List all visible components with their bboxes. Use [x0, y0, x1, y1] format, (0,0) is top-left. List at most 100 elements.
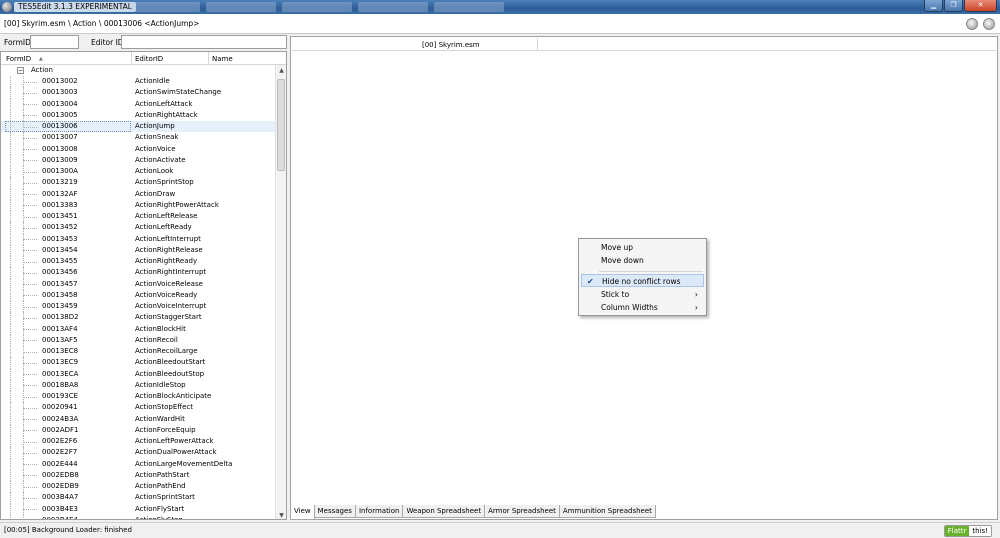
tree-row[interactable]: 0002EDB9 ActionPathEnd: [1, 481, 276, 493]
tree-row[interactable]: 0002ADF1 ActionForceEquip: [1, 424, 276, 436]
tree-row[interactable]: 0003B4E4 ActionFlyStop: [1, 514, 276, 520]
row-editorid: ActionVoiceReady: [135, 290, 198, 299]
scroll-up-icon[interactable]: ▲: [276, 65, 286, 76]
menu-hide-no-conflict-rows[interactable]: ✔ Hide no conflict rows: [581, 274, 704, 287]
tab-ammunition-spreadsheet[interactable]: Ammunition Spreadsheet: [558, 505, 656, 518]
tree-row[interactable]: 00013456 ActionRightInterrupt: [1, 267, 276, 279]
tree-row[interactable]: 00013009 ActionActivate: [1, 154, 276, 166]
ghost-tab: [206, 2, 276, 12]
tree-row[interactable]: 00013004 ActionLeftAttack: [1, 98, 276, 110]
tree-row[interactable]: 0001300A ActionLook: [1, 166, 276, 178]
tree-row[interactable]: 00018BA8 ActionIdleStop: [1, 379, 276, 391]
tree-row[interactable]: 00013002 ActionIdle: [1, 76, 276, 88]
flattr-button[interactable]: Flattr this!: [943, 525, 992, 537]
checkmark-icon: ✔: [587, 277, 594, 286]
submenu-arrow-icon: ›: [694, 303, 698, 312]
column-divider[interactable]: [208, 52, 209, 65]
tree-row[interactable]: 0002EDB8 ActionPathStart: [1, 469, 276, 481]
tree-guide-line: [23, 452, 37, 454]
tree-row[interactable]: 00013219 ActionSprintStop: [1, 177, 276, 189]
tree-row[interactable]: 00013008 ActionVoice: [1, 143, 276, 155]
plugin-column-header[interactable]: [00] Skyrim.esm: [422, 41, 480, 49]
tree-guide-line: [23, 160, 37, 162]
tree-row[interactable]: 00013ECA ActionBleedoutStop: [1, 368, 276, 380]
close-button[interactable]: ✕: [964, 0, 997, 12]
row-editorid: ActionLeftInterrupt: [135, 234, 201, 243]
editorid-filter-input[interactable]: [121, 35, 287, 49]
tree-row[interactable]: 00013451 ActionLeftRelease: [1, 211, 276, 223]
tree-row[interactable]: 00013EC9 ActionBleedoutStart: [1, 357, 276, 369]
tree-row[interactable]: 00013455 ActionRightReady: [1, 256, 276, 268]
row-editorid: ActionFlyStop: [135, 515, 183, 520]
menu-column-widths[interactable]: Column Widths ›: [581, 301, 704, 314]
window-title: TES5Edit 3.1.3 EXPERIMENTAL: [14, 2, 136, 12]
row-editorid: ActionVoiceRelease: [135, 279, 203, 288]
tree-guide-line: [10, 503, 11, 515]
column-formid[interactable]: FormID: [6, 55, 31, 63]
forward-icon[interactable]: ›: [983, 18, 995, 30]
record-tree: FormID ▲ EditorID Name − Action 00013002…: [0, 51, 287, 520]
tree-root-action[interactable]: − Action: [1, 65, 276, 76]
tree-row[interactable]: 000193CE ActionBlockAnticipate: [1, 391, 276, 403]
tree-row[interactable]: 0002E444 ActionLargeMovementDelta: [1, 458, 276, 470]
menu-stick-to[interactable]: Stick to ›: [581, 288, 704, 301]
tree-guide-line: [10, 514, 11, 519]
menu-move-up[interactable]: Move up: [581, 241, 704, 254]
tree-row[interactable]: 00013006 ActionJump: [1, 121, 276, 133]
tree-row[interactable]: 00013459 ActionVoiceInterrupt: [1, 301, 276, 313]
tree-row[interactable]: 00013AF5 ActionRecoil: [1, 334, 276, 346]
tree-row[interactable]: 00013383 ActionRightPowerAttack: [1, 199, 276, 211]
tree-guide-line: [10, 346, 11, 358]
tree-guide-line: [10, 267, 11, 279]
tree-row[interactable]: 00013007 ActionSneak: [1, 132, 276, 144]
tree-row[interactable]: 000138D2 ActionStaggerStart: [1, 312, 276, 324]
tree-row[interactable]: 00013EC8 ActionRecoilLarge: [1, 346, 276, 358]
scroll-thumb[interactable]: [277, 79, 285, 171]
tab-weapon-spreadsheet[interactable]: Weapon Spreadsheet: [402, 505, 486, 518]
tree-row[interactable]: 00020941 ActionStopEffect: [1, 402, 276, 414]
tree-row[interactable]: 000132AF ActionDraw: [1, 188, 276, 200]
tree-row[interactable]: 0002E2F6 ActionLeftPowerAttack: [1, 436, 276, 448]
scroll-down-icon[interactable]: ▼: [276, 510, 286, 519]
column-divider[interactable]: [131, 52, 132, 65]
tree-row[interactable]: 00013003 ActionSwimStateChange: [1, 87, 276, 99]
tree-guide-line: [10, 481, 11, 493]
tree-row[interactable]: 00013AF4 ActionBlockHit: [1, 323, 276, 335]
minimize-button[interactable]: ▁: [924, 0, 943, 12]
row-editorid: ActionLook: [135, 167, 174, 175]
tree-row[interactable]: 00013457 ActionVoiceRelease: [1, 278, 276, 290]
tree-row[interactable]: 00013452 ActionLeftReady: [1, 222, 276, 234]
tree-row[interactable]: 00013454 ActionRightRelease: [1, 244, 276, 256]
tree-guide-line: [23, 407, 37, 409]
tree-scrollbar[interactable]: ▲ ▼: [275, 65, 286, 519]
tree-guide-line: [23, 272, 37, 274]
tree-guide-line: [10, 469, 11, 481]
column-divider[interactable]: [537, 38, 538, 51]
collapse-icon[interactable]: −: [17, 67, 24, 74]
tree-row[interactable]: 00013453 ActionLeftInterrupt: [1, 233, 276, 245]
tree-row[interactable]: 0003B4E3 ActionFlyStart: [1, 503, 276, 515]
tree-guide-line: [23, 194, 37, 195]
tab-information[interactable]: Information: [354, 505, 404, 518]
tree-row[interactable]: 0003B4A7 ActionSprintStart: [1, 492, 276, 504]
column-editorid[interactable]: EditorID: [135, 55, 163, 63]
back-icon[interactable]: ‹: [966, 18, 978, 30]
menu-item-label: Column Widths: [601, 303, 658, 312]
maximize-button[interactable]: ❐: [944, 0, 963, 12]
tree-guide-line: [23, 92, 37, 94]
tab-view[interactable]: View: [290, 505, 315, 520]
tree-guide-line: [10, 211, 11, 223]
tab-messages[interactable]: Messages: [313, 505, 356, 518]
tree-row[interactable]: 00013458 ActionVoiceReady: [1, 289, 276, 301]
tree-guide-line: [10, 436, 11, 448]
tab-armor-spreadsheet[interactable]: Armor Spreadsheet: [484, 505, 560, 518]
tree-row[interactable]: 00013005 ActionRightAttack: [1, 109, 276, 121]
menu-move-down[interactable]: Move down: [581, 254, 704, 267]
row-editorid: ActionRightReady: [135, 257, 198, 265]
column-name[interactable]: Name: [212, 55, 233, 63]
tree-row[interactable]: 00024B3A ActionWardHit: [1, 413, 276, 425]
formid-filter-input[interactable]: [30, 35, 79, 49]
tree-row[interactable]: 0002E2F7 ActionDualPowerAttack: [1, 447, 276, 459]
row-editorid: ActionDraw: [135, 189, 176, 198]
row-formid: 0003B4A7: [42, 493, 79, 502]
